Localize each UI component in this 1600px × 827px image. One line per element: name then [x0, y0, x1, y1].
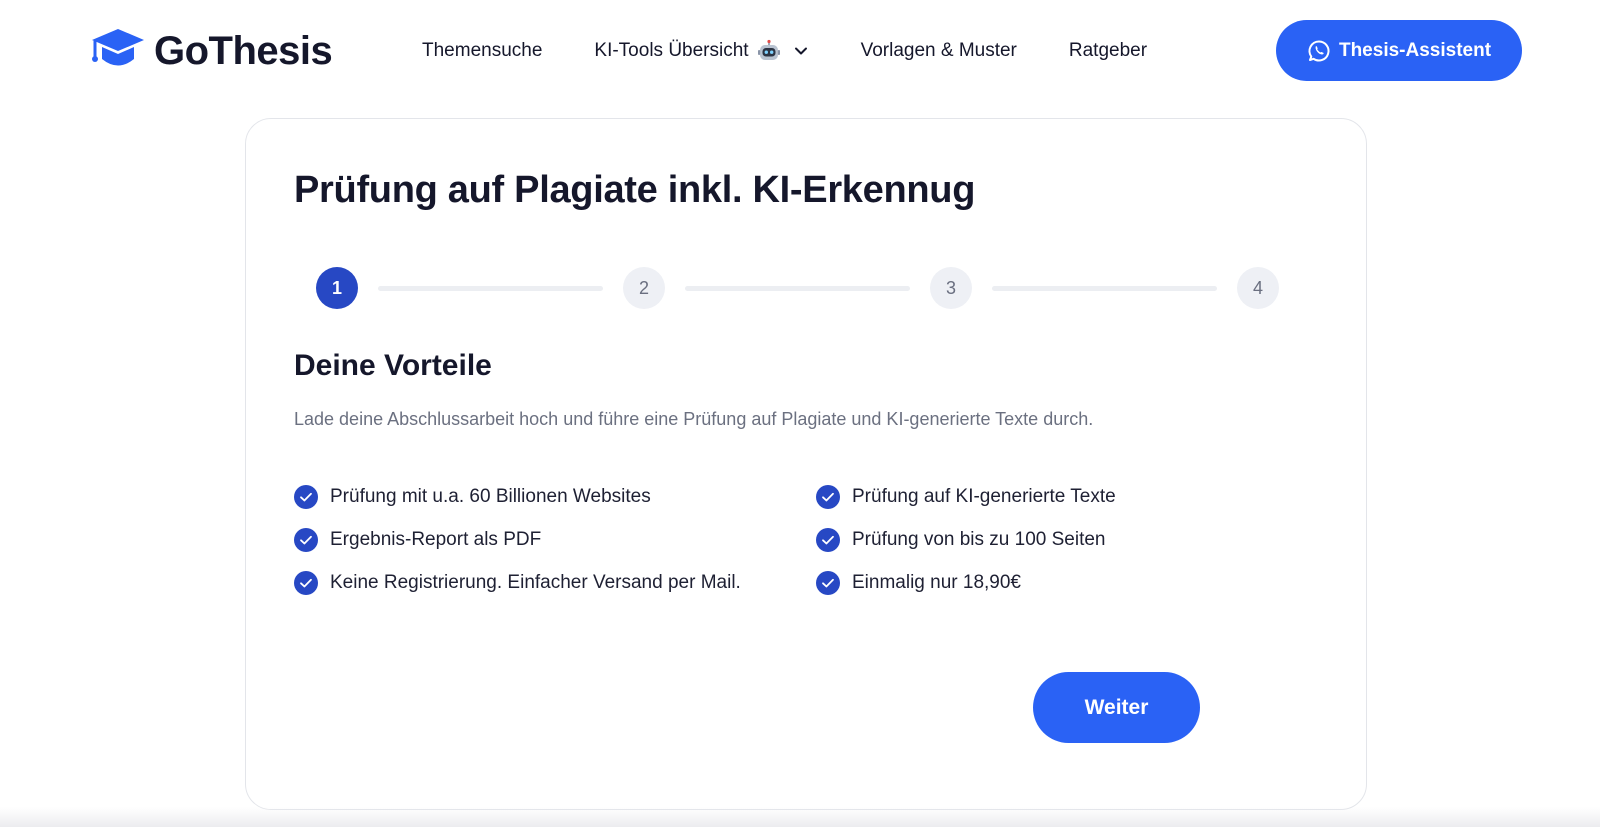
nav-item-label: Ratgeber: [1068, 40, 1148, 61]
nav-item-ratgeber[interactable]: Ratgeber: [1069, 36, 1147, 66]
step-2: 2: [623, 267, 665, 309]
step-4: 4: [1237, 267, 1279, 309]
step-1: 1: [316, 267, 358, 309]
logo-link[interactable]: GoThesis: [90, 28, 333, 74]
nav-item-ki-tools[interactable]: KI-Tools Übersicht: [594, 36, 808, 66]
progress-stepper: 1 2 3 4: [316, 267, 1298, 309]
main-nav: Themensuche KI-Tools Übersicht Vorlagen …: [422, 36, 1147, 66]
whatsapp-icon: [1308, 39, 1330, 61]
step-connector: [685, 286, 910, 291]
nav-item-label: Vorlagen & Muster: [860, 40, 1017, 61]
benefit-item: Einmalig nur 18,90€: [816, 568, 1021, 598]
step-connector: [378, 286, 603, 291]
step-connector: [992, 286, 1217, 291]
card-title: Prüfung auf Plagiate inkl. KI-Erkennug: [294, 169, 976, 211]
nav-item-label: KI-Tools Übersicht: [594, 40, 749, 61]
benefit-text: Einmalig nur 18,90€: [852, 572, 1021, 593]
benefit-item: Keine Registrierung. Einfacher Versand p…: [294, 568, 741, 598]
graduation-cap-icon: [92, 29, 144, 66]
check-circle-icon: [294, 571, 318, 595]
benefits-heading: Deine Vorteile: [294, 349, 492, 382]
chevron-down-icon[interactable]: [793, 43, 809, 59]
robot-icon: [757, 39, 780, 60]
benefit-item: Prüfung auf KI-generierte Texte: [816, 482, 1116, 512]
thesis-assistant-button[interactable]: Thesis-Assistent: [1276, 20, 1522, 81]
brand-name: GoThesis: [154, 29, 333, 73]
thesis-assistant-label: Thesis-Assistent: [1338, 39, 1492, 61]
check-circle-icon: [816, 571, 840, 595]
benefit-text: Ergebnis-Report als PDF: [330, 529, 542, 550]
benefit-item: Prüfung mit u.a. 60 Billionen Websites: [294, 482, 651, 512]
check-circle-icon: [294, 485, 318, 509]
nav-item-themensuche[interactable]: Themensuche: [422, 36, 542, 66]
page-bottom-shadow: [0, 807, 1600, 827]
page: GoThesis Themensuche KI-Tools Übersicht: [0, 0, 1600, 827]
benefits-description: Lade deine Abschlussarbeit hoch und führ…: [294, 409, 1094, 429]
site-header: GoThesis Themensuche KI-Tools Übersicht: [0, 0, 1600, 102]
step-3: 3: [930, 267, 972, 309]
benefit-text: Prüfung auf KI-generierte Texte: [852, 486, 1116, 507]
next-button[interactable]: Weiter: [1033, 672, 1200, 743]
benefit-text: Keine Registrierung. Einfacher Versand p…: [330, 572, 741, 593]
benefit-text: Prüfung mit u.a. 60 Billionen Websites: [330, 486, 651, 507]
benefit-text: Prüfung von bis zu 100 Seiten: [852, 529, 1106, 550]
benefit-item: Prüfung von bis zu 100 Seiten: [816, 525, 1106, 555]
check-circle-icon: [294, 528, 318, 552]
check-circle-icon: [816, 528, 840, 552]
benefit-item: Ergebnis-Report als PDF: [294, 525, 541, 555]
check-circle-icon: [816, 485, 840, 509]
nav-item-vorlagen[interactable]: Vorlagen & Muster: [861, 36, 1017, 66]
plagiarism-check-card: Prüfung auf Plagiate inkl. KI-Erkennug 1…: [245, 118, 1367, 810]
nav-item-label: Themensuche: [422, 40, 543, 61]
